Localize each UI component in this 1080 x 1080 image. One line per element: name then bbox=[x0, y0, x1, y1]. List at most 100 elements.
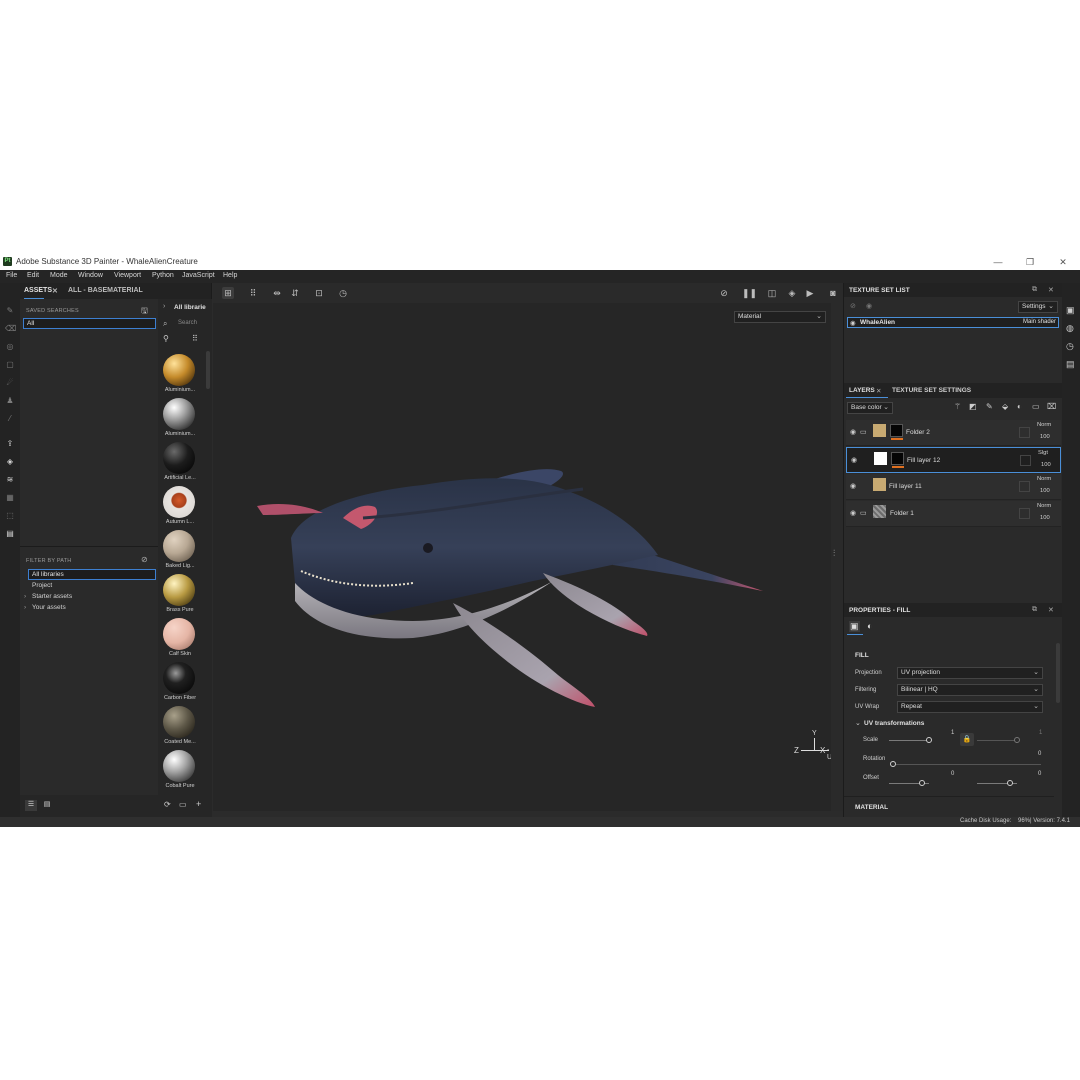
layer-name[interactable]: Folder 2 bbox=[906, 429, 930, 436]
saved-search-input[interactable]: All bbox=[23, 318, 156, 329]
settings-dropdown[interactable]: Settings ⌄ bbox=[1018, 301, 1058, 313]
visibility-eye-icon[interactable]: ◉ bbox=[850, 428, 856, 436]
frame-icon[interactable]: ⊡ bbox=[313, 287, 325, 299]
menu-viewport[interactable]: Viewport bbox=[114, 272, 141, 279]
offset-slider-knob[interactable] bbox=[919, 780, 925, 786]
align-icon[interactable]: ⇵ bbox=[289, 287, 301, 299]
save-search-icon[interactable]: 🖫 bbox=[141, 305, 148, 319]
layer-name[interactable]: Folder 1 bbox=[890, 510, 914, 517]
blend-mode[interactable]: Slgt bbox=[1038, 450, 1048, 456]
materials-scrollbar[interactable] bbox=[206, 351, 210, 389]
chevron-right-icon[interactable]: › bbox=[24, 604, 26, 611]
layer-row-selected[interactable]: ◉ Fill layer 12 Slgt 100 bbox=[846, 447, 1061, 473]
texture-set-item[interactable]: ◉ WhaleAlien Main shader bbox=[847, 317, 1059, 328]
add-mask-icon[interactable]: ◩ bbox=[969, 402, 977, 411]
layer-row[interactable]: ◉ ▭ Folder 2 Norm 100 bbox=[846, 420, 1061, 446]
layer-checkbox[interactable] bbox=[1019, 481, 1030, 492]
split-view-icon[interactable]: ◫ bbox=[766, 287, 778, 299]
material-ball-icon[interactable]: ◐ bbox=[867, 621, 872, 631]
minimize-button[interactable]: — bbox=[983, 255, 1013, 269]
layer-checkbox[interactable] bbox=[1019, 508, 1030, 519]
3d-viewport[interactable]: Material ⌄ Y Z X -U bbox=[213, 303, 832, 811]
menu-mode[interactable]: Mode bbox=[50, 272, 68, 279]
layer-name[interactable]: Fill layer 11 bbox=[889, 483, 922, 490]
layers-stack-icon[interactable]: ≋ bbox=[5, 475, 15, 485]
symmetry-icon[interactable]: ⇹ bbox=[271, 287, 283, 299]
material-thumbnail[interactable]: Baked Lig... bbox=[160, 530, 200, 574]
eye-icon[interactable]: ◉ bbox=[866, 302, 872, 310]
menu-window[interactable]: Window bbox=[78, 272, 103, 279]
camera-video-icon[interactable]: ▶ bbox=[804, 287, 816, 299]
layer-row[interactable]: ◉ Fill layer 11 Norm 100 bbox=[846, 474, 1061, 500]
layout-grid-icon[interactable]: ⠿ bbox=[247, 287, 259, 299]
chevron-down-icon[interactable]: ⌄ bbox=[855, 719, 861, 727]
bake-icon[interactable]: ▦ bbox=[5, 493, 15, 503]
material-thumbnail[interactable]: Aluminium... bbox=[160, 354, 200, 398]
export-icon[interactable]: ⬚ bbox=[5, 511, 15, 521]
color-picker-icon[interactable]: ⁄ bbox=[5, 414, 15, 424]
lock-icon[interactable]: 🔒 bbox=[960, 733, 974, 746]
offset-value-2[interactable]: 0 bbox=[1038, 771, 1041, 777]
material-thumbnail[interactable]: Carbon Fiber bbox=[160, 662, 200, 706]
cube-icon[interactable]: ◈ bbox=[786, 287, 798, 299]
layer-opacity[interactable]: 100 bbox=[1040, 488, 1050, 494]
assets-icon[interactable]: ⇪ bbox=[5, 439, 15, 449]
scale-slider-track[interactable] bbox=[889, 740, 929, 741]
menu-python[interactable]: Python bbox=[152, 272, 174, 279]
hide-icon[interactable]: ⊘ bbox=[141, 555, 148, 564]
detail-view-icon[interactable]: ▤ bbox=[41, 800, 53, 811]
brush-icon[interactable]: ✎ bbox=[986, 402, 993, 411]
projection-dropdown[interactable]: UV projection ⌄ bbox=[897, 667, 1043, 679]
scale-slider-knob[interactable] bbox=[926, 737, 932, 743]
smudge-icon[interactable]: ☄ bbox=[5, 378, 15, 388]
maximize-button[interactable]: ❐ bbox=[1015, 255, 1045, 269]
projection-icon[interactable]: ◎ bbox=[5, 342, 15, 352]
menu-javascript[interactable]: JavaScript bbox=[182, 272, 215, 279]
float-icon[interactable]: ⧉ bbox=[1032, 606, 1037, 614]
blend-mode[interactable]: Norm bbox=[1037, 476, 1051, 482]
scale-slider-track-2[interactable] bbox=[977, 740, 1017, 741]
material-thumbnail[interactable]: Coated Me... bbox=[160, 706, 200, 750]
path-starter-assets[interactable]: Starter assets bbox=[32, 593, 72, 600]
material-thumbnail[interactable]: Artificial Le... bbox=[160, 442, 200, 486]
disable-icon[interactable]: ⊘ bbox=[718, 287, 730, 299]
camera-icon[interactable]: ◙ bbox=[827, 287, 839, 299]
search-input[interactable]: Search bbox=[178, 320, 197, 326]
material-icon[interactable]: ◐ bbox=[1017, 402, 1022, 411]
magic-wand-icon[interactable]: ⚚ bbox=[954, 402, 961, 411]
layer-checkbox[interactable] bbox=[1020, 455, 1031, 466]
float-icon[interactable]: ⧉ bbox=[1032, 286, 1037, 294]
layer-checkbox[interactable] bbox=[1019, 427, 1030, 438]
scale-slider-knob-2[interactable] bbox=[1014, 737, 1020, 743]
uv-transformations-title[interactable]: UV transformations bbox=[864, 720, 924, 727]
offset-value-1[interactable]: 0 bbox=[951, 771, 954, 777]
visibility-eye-icon[interactable]: ◉ bbox=[850, 482, 856, 490]
scale-value-2[interactable]: 1 bbox=[1039, 730, 1042, 736]
material-thumbnail[interactable]: Brass Pure bbox=[160, 574, 200, 618]
tab-basematerial[interactable]: ALL - BASEMATERIAL bbox=[68, 287, 143, 294]
close-icon[interactable]: ✕ bbox=[52, 287, 58, 295]
path-all-libraries[interactable]: All libraries bbox=[28, 569, 156, 580]
trash-icon[interactable]: ⌧ bbox=[1047, 402, 1056, 411]
scale-value[interactable]: 1 bbox=[951, 730, 954, 736]
folder-icon[interactable]: ▭ bbox=[179, 800, 187, 809]
paint-brush-icon[interactable]: ✎ bbox=[5, 306, 15, 316]
path-your-assets[interactable]: Your assets bbox=[32, 604, 66, 611]
chevron-right-icon[interactable]: › bbox=[163, 303, 165, 310]
visibility-eye-icon[interactable]: ◉ bbox=[850, 319, 856, 327]
blend-mode[interactable]: Norm bbox=[1037, 503, 1051, 509]
shader-settings-icon[interactable]: ◍ bbox=[1066, 323, 1074, 334]
history-icon[interactable]: ◷ bbox=[1066, 341, 1074, 352]
document-icon[interactable]: ▤ bbox=[5, 529, 15, 539]
close-button[interactable]: ✕ bbox=[1048, 255, 1078, 269]
visibility-eye-icon[interactable]: ◉ bbox=[850, 509, 856, 517]
path-project[interactable]: Project bbox=[32, 582, 52, 589]
menu-help[interactable]: Help bbox=[223, 272, 237, 279]
close-icon[interactable]: ✕ bbox=[876, 387, 881, 395]
add-icon[interactable]: + bbox=[196, 799, 201, 809]
layer-opacity[interactable]: 100 bbox=[1040, 515, 1050, 521]
offset-slider-knob-2[interactable] bbox=[1007, 780, 1013, 786]
layout-single-icon[interactable]: ⊞ bbox=[222, 287, 234, 299]
layer-name[interactable]: Fill layer 12 bbox=[907, 457, 940, 464]
panel-toggle-icon[interactable]: ⫶ bbox=[833, 548, 835, 559]
